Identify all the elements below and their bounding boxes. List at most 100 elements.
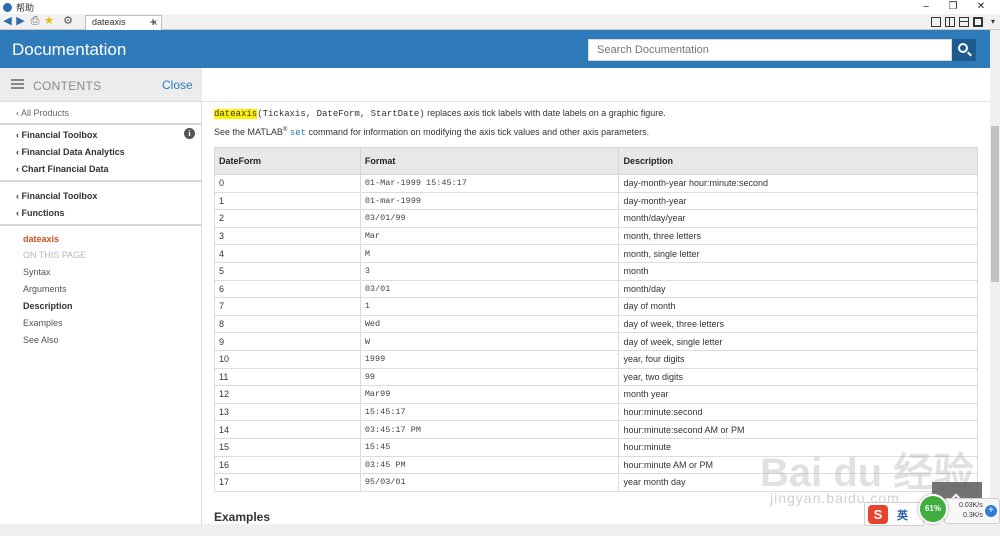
cell-format: 15:45:17 <box>359 402 620 422</box>
ime-language-indicator[interactable]: 英 <box>897 507 908 523</box>
tab-title: dateaxis <box>92 17 126 27</box>
cell-format: 1 <box>359 297 620 316</box>
description-text: dateaxis(Tickaxis, DateForm, StartDate) … <box>214 108 666 119</box>
on-this-page-label: ON THIS PAGE <box>23 250 87 260</box>
cell-dateform: 0 <box>214 174 361 193</box>
minimize-button[interactable]: – <box>915 0 937 14</box>
table-header-row: DateForm Format Description <box>214 147 978 175</box>
cell-description: year, two digits <box>618 367 978 387</box>
cell-dateform: 15 <box>214 437 361 457</box>
window-title: 帮助 <box>16 2 35 13</box>
breadcrumb-financial-toolbox[interactable]: ‹ Financial Toolbox <box>16 130 97 140</box>
cell-dateform: 4 <box>214 244 361 263</box>
hamburger-menu-icon[interactable] <box>11 79 24 89</box>
browser-toolbar: ◀ ▶ ⎙ ★ ⚙ dateaxis x + ▾ <box>0 14 1000 30</box>
cell-format: W <box>359 332 620 351</box>
app-icon <box>3 2 12 12</box>
contents-bar: CONTENTS Close <box>0 68 202 102</box>
section-link-description[interactable]: Description <box>23 301 73 311</box>
page-scrollbar[interactable] <box>990 30 1000 536</box>
table-row: 14 03:45:17 PM hour:minute:second AM or PM <box>214 420 978 439</box>
cell-dateform: 5 <box>214 261 361 281</box>
breadcrumb-chart-financial-data[interactable]: ‹ Chart Financial Data <box>16 164 109 174</box>
more-icon[interactable]: ▾ <box>988 15 998 28</box>
cell-description: day-month-year hour:minute:second <box>618 174 978 193</box>
cell-description: month/day <box>618 279 978 299</box>
section-link-syntax[interactable]: Syntax <box>23 267 51 277</box>
cell-dateform: 11 <box>214 367 361 387</box>
cell-dateform: 13 <box>214 402 361 422</box>
cell-dateform: 7 <box>214 297 361 316</box>
settings-icon[interactable]: ⚙ <box>62 15 74 28</box>
table-row: 11 99 year, two digits <box>214 367 978 387</box>
search-button[interactable] <box>952 39 976 61</box>
cell-format: 03/01/99 <box>359 209 620 228</box>
cell-description: month year <box>618 385 978 404</box>
cell-description: day of week, single letter <box>618 332 978 351</box>
close-contents-link[interactable]: Close <box>162 78 193 92</box>
cell-dateform: 1 <box>214 191 361 211</box>
table-row: 4 Mmonth, single letter <box>214 244 978 263</box>
column-header-dateform: DateForm <box>214 147 361 175</box>
table-row: 0 01-Mar-1999 15:45:17 day-month-year hour… <box>214 174 978 193</box>
table-row: 3 Mar month, three letters <box>214 226 978 246</box>
single-pane-icon[interactable] <box>973 17 983 27</box>
breadcrumb-financial-data-analytics[interactable]: ‹ Financial Data Analytics <box>16 147 125 157</box>
set-command-link[interactable]: set <box>290 128 306 138</box>
section-link-arguments[interactable]: Arguments <box>23 284 67 294</box>
back-icon[interactable]: ◀ <box>2 15 13 28</box>
cell-format: 01-mar-1999 <box>359 191 620 211</box>
horizontal-split-icon[interactable] <box>959 17 969 27</box>
table-row: 10 1999 year, four digits <box>214 349 978 369</box>
sogou-ime-icon[interactable]: S <box>868 505 888 524</box>
info-icon[interactable]: i <box>184 128 195 139</box>
forward-icon[interactable]: ▶ <box>15 15 26 28</box>
cell-description: month <box>618 261 978 281</box>
cell-description: hour:minute:second AM or PM <box>618 420 978 439</box>
favorites-icon[interactable]: ★ <box>43 15 55 28</box>
table-row: 13 15:45:17 hour:minute:second <box>214 402 978 422</box>
table-row: 7 1 day of month <box>214 297 978 316</box>
cell-dateform: 14 <box>214 420 361 439</box>
cell-dateform: 2 <box>214 209 361 228</box>
documentation-brand[interactable]: Documentation <box>12 40 126 60</box>
sidebar-divider <box>0 180 202 182</box>
network-monitor-ball[interactable]: 61% <box>918 494 948 524</box>
network-percent: 61% <box>924 504 941 513</box>
search-input[interactable] <box>588 39 952 61</box>
add-icon[interactable]: + <box>985 505 997 517</box>
network-speed-widget[interactable]: 0.03K/s 0.3K/s + <box>944 498 1000 524</box>
window-title-bar: 帮助 – ❐ ✕ <box>0 0 1000 14</box>
close-window-button[interactable]: ✕ <box>970 0 992 14</box>
cell-format: 03:45:17 PM <box>359 420 620 439</box>
cell-dateform: 8 <box>214 314 361 334</box>
restore-button[interactable]: ❐ <box>942 0 964 14</box>
cell-description: month, single letter <box>618 244 978 263</box>
current-page-dateaxis[interactable]: dateaxis <box>23 234 59 244</box>
content-top-strip <box>202 68 990 102</box>
upload-speed: 0.03K/s <box>959 502 983 509</box>
ime-toolbar[interactable]: S 英 <box>864 502 924 526</box>
print-icon[interactable]: ⎙ <box>29 15 41 28</box>
cell-description: year, four digits <box>618 349 978 369</box>
section-link-see-also[interactable]: See Also <box>23 335 59 345</box>
breadcrumb-financial-toolbox-2[interactable]: ‹ Financial Toolbox <box>16 191 97 201</box>
cell-format: M <box>359 244 620 263</box>
description-rest: replaces axis tick labels with date labe… <box>424 108 666 118</box>
sidebar-divider <box>0 224 202 226</box>
cell-description: month/day/year <box>618 209 978 228</box>
cell-format: Wed <box>359 314 620 334</box>
all-products-link[interactable]: ‹ All Products <box>16 108 69 118</box>
vertical-split-icon[interactable] <box>945 17 955 27</box>
sidebar-divider <box>0 123 202 125</box>
scrollbar-thumb[interactable] <box>991 126 999 282</box>
table-row: 5 3 month <box>214 261 978 281</box>
cell-format: 01-Mar-1999 15:45:17 <box>359 174 620 193</box>
breadcrumb-functions[interactable]: ‹ Functions <box>16 208 65 218</box>
new-tab-button[interactable]: + <box>146 16 160 29</box>
doc-header: Documentation <box>0 30 990 68</box>
cell-format: 03:45 PM <box>359 455 620 475</box>
table-row: 2 03/01/99 month/day/year <box>214 209 978 228</box>
grid-layout-icon[interactable] <box>931 17 941 27</box>
section-link-examples[interactable]: Examples <box>23 318 63 328</box>
